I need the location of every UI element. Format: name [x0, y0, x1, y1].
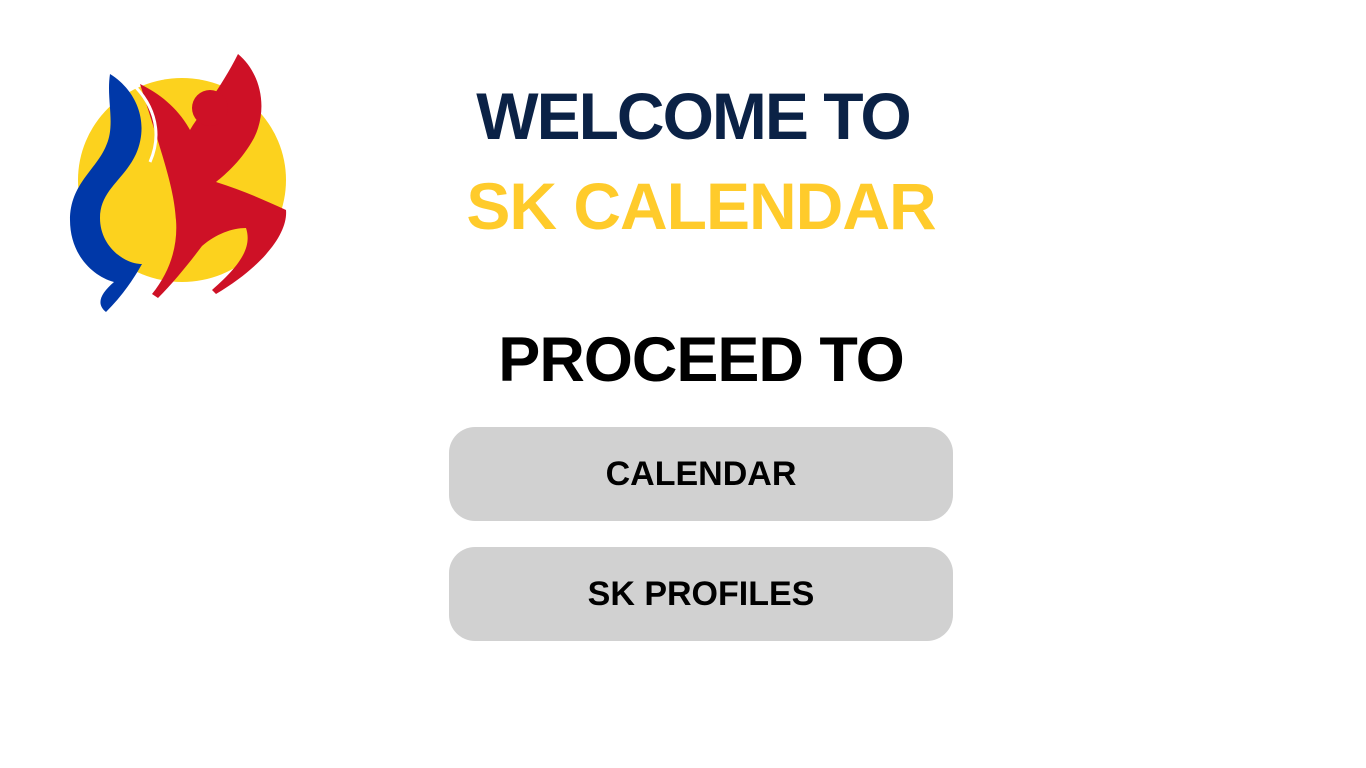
app-title: SK CALENDAR [0, 168, 1366, 244]
sk-profiles-button-label: SK PROFILES [587, 574, 815, 613]
welcome-heading: WELCOME TO [0, 78, 1366, 154]
welcome-line: WELCOME TO [476, 79, 911, 153]
calendar-button[interactable]: CALENDAR [449, 427, 953, 521]
proceed-label: PROCEED TO [498, 325, 904, 395]
proceed-heading: PROCEED TO [0, 322, 1366, 398]
sk-profiles-button[interactable]: SK PROFILES [449, 547, 953, 641]
calendar-button-label: CALENDAR [605, 454, 797, 493]
app-title-text: SK CALENDAR [466, 169, 936, 243]
